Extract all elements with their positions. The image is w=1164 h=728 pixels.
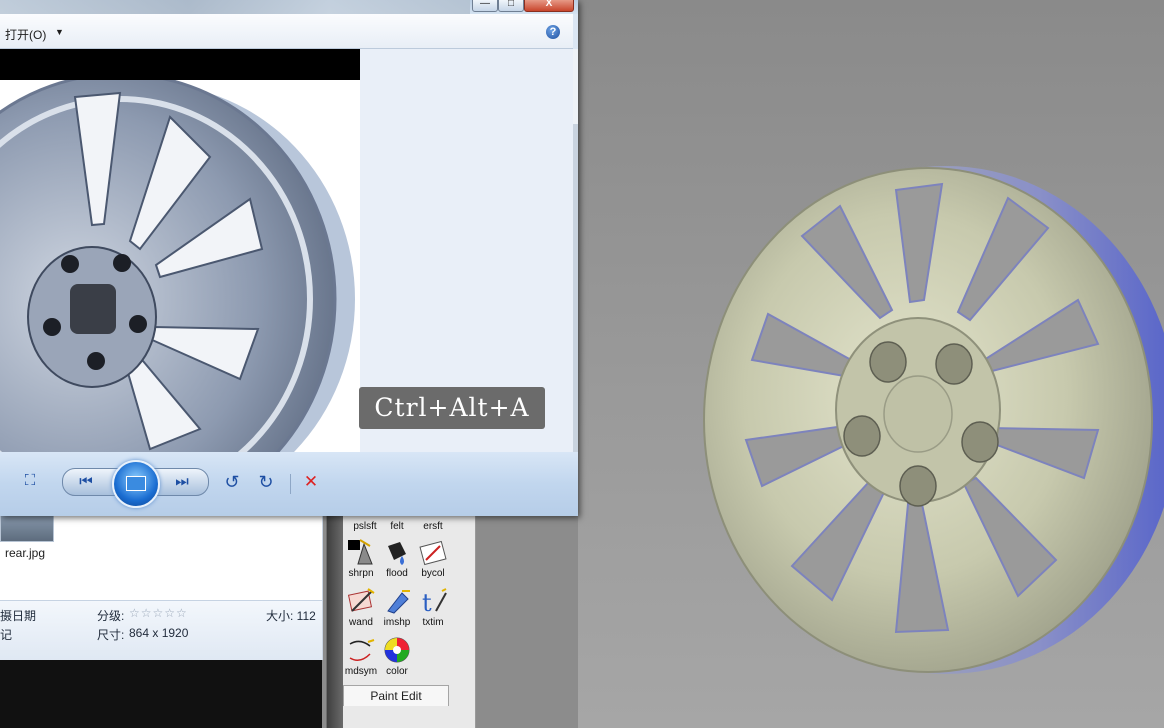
chevron-down-icon[interactable]: ▼ bbox=[55, 27, 64, 37]
mirror-symmetry-icon bbox=[349, 639, 375, 661]
size-label: 大小: 112 bbox=[266, 609, 316, 623]
menu-bar: 打开(O) ▼ ? bbox=[0, 14, 573, 49]
by-color-icon bbox=[419, 540, 447, 566]
slideshow-icon bbox=[126, 476, 146, 491]
rating-stars[interactable]: ☆☆☆☆☆ bbox=[129, 606, 188, 620]
date-label: 摄日期 bbox=[0, 609, 37, 623]
fit-window-icon[interactable]: ⛶ bbox=[20, 472, 40, 489]
text-image-icon: t bbox=[422, 588, 447, 615]
previous-icon[interactable]: ⏮ bbox=[76, 473, 96, 490]
scrollbar-thumb[interactable] bbox=[573, 124, 578, 452]
toolbar-separator bbox=[290, 474, 291, 494]
cad-viewport[interactable] bbox=[578, 0, 1164, 728]
tool-label: ersft bbox=[423, 521, 443, 532]
details-pane: 摄日期 分级: ☆☆☆☆☆ 大小: 112 记 尺寸: 864 x 1920 bbox=[0, 600, 322, 661]
delete-icon[interactable]: ✕ bbox=[301, 472, 321, 492]
tool-bycol[interactable]: bycol bbox=[412, 538, 454, 579]
help-icon[interactable]: ? bbox=[546, 25, 560, 39]
photo-viewer-window: — □ X 打开(O) ▼ ? Ctrl+Alt+A ⛶ ⏮ ⏭ ↺ ↻ ✕ bbox=[0, 0, 578, 516]
tool-label: shrpn bbox=[348, 568, 374, 579]
tool-color[interactable]: color bbox=[376, 636, 418, 677]
close-button[interactable]: X bbox=[524, 0, 574, 12]
shortcut-overlay: Ctrl+Alt+A bbox=[359, 387, 545, 429]
sharpen-icon bbox=[348, 539, 373, 565]
maximize-button[interactable]: □ bbox=[498, 0, 524, 12]
minimize-button[interactable]: — bbox=[472, 0, 498, 12]
wheel-photo-image bbox=[0, 72, 355, 452]
rating-label: 分级: bbox=[97, 609, 125, 623]
tab-paint-edit[interactable]: Paint Edit bbox=[343, 685, 449, 706]
menu-open[interactable]: 打开(O) bbox=[5, 26, 46, 43]
wheel-photo bbox=[0, 49, 360, 452]
taskbar-strip bbox=[0, 660, 322, 728]
rotate-right-icon[interactable]: ↻ bbox=[256, 472, 276, 493]
tool-label: flood bbox=[386, 568, 408, 579]
image-shape-icon bbox=[387, 590, 410, 614]
rotate-left-icon[interactable]: ↺ bbox=[222, 472, 242, 493]
tool-txtim[interactable]: t txtim bbox=[412, 587, 454, 628]
tool-label: txtim bbox=[422, 617, 444, 628]
tool-label: imshp bbox=[383, 617, 411, 628]
vertical-scrollbar[interactable] bbox=[573, 49, 578, 452]
tool-label: pslsft bbox=[353, 521, 377, 532]
svg-text:t: t bbox=[422, 589, 432, 615]
title-bar[interactable]: — □ X bbox=[0, 0, 578, 14]
slideshow-button[interactable] bbox=[112, 460, 160, 508]
tool-label: color bbox=[386, 666, 408, 677]
tool-label: bycol bbox=[421, 568, 445, 579]
file-explorer-panel: rear.jpg 摄日期 分级: ☆☆☆☆☆ 大小: 112 记 尺寸: 864… bbox=[0, 500, 323, 661]
flood-icon bbox=[388, 542, 406, 565]
viewer-toolbar: ⛶ ⏮ ⏭ ↺ ↻ ✕ bbox=[0, 452, 578, 516]
dimensions-value: 864 x 1920 bbox=[129, 626, 189, 640]
file-name[interactable]: rear.jpg bbox=[5, 546, 45, 560]
wheel-model[interactable] bbox=[578, 0, 1164, 728]
tool-ersft[interactable]: ersft bbox=[412, 521, 454, 532]
color-wheel-icon bbox=[384, 637, 410, 663]
wand-icon bbox=[347, 588, 375, 612]
note-label: 记 bbox=[0, 628, 13, 642]
tool-label: wand bbox=[349, 617, 373, 628]
photo-black-band bbox=[0, 49, 360, 80]
tool-label: felt bbox=[390, 521, 404, 532]
title-bar-background bbox=[0, 0, 470, 14]
dimensions-label: 尺寸: bbox=[97, 628, 125, 642]
next-icon[interactable]: ⏭ bbox=[172, 473, 192, 490]
tool-label: mdsym bbox=[344, 666, 378, 677]
